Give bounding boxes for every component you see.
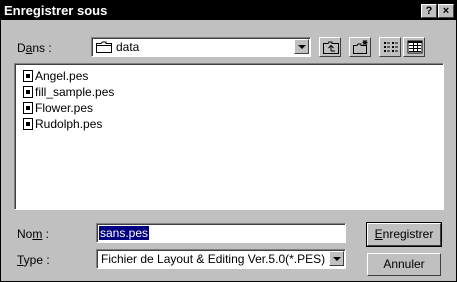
folder-up-icon <box>323 41 339 54</box>
filetype-label: Type : <box>17 253 50 267</box>
file-icon <box>23 118 33 130</box>
folder-up-button[interactable] <box>319 37 341 57</box>
new-folder-button[interactable] <box>349 37 371 57</box>
list-view-button[interactable] <box>379 37 401 57</box>
chevron-down-icon[interactable] <box>294 39 309 54</box>
save-button[interactable]: Enregistrer <box>366 222 442 247</box>
filetype-value: Fichier de Layout & Editing Ver.5.0(*.PE… <box>101 252 326 266</box>
new-folder-icon <box>353 40 368 54</box>
help-button[interactable]: ? <box>421 4 437 18</box>
save-as-dialog: Enregistrer sous ? × Dans : data Angel.p… <box>0 0 457 282</box>
file-icon <box>23 102 33 114</box>
window-title: Enregistrer sous <box>4 3 108 18</box>
folder-icon <box>96 41 112 56</box>
look-in-dropdown[interactable]: data <box>91 37 311 57</box>
filename-value: sans.pes <box>99 226 150 240</box>
details-view-icon <box>407 40 423 54</box>
title-bar[interactable]: Enregistrer sous ? × <box>1 1 456 20</box>
filename-input[interactable]: sans.pes <box>96 223 346 243</box>
file-icon <box>23 86 33 98</box>
chevron-down-icon[interactable] <box>329 251 344 266</box>
list-view-icon <box>384 42 398 52</box>
filetype-dropdown[interactable]: Fichier de Layout & Editing Ver.5.0(*.PE… <box>96 249 346 269</box>
details-view-button[interactable] <box>403 37 425 57</box>
cancel-button[interactable]: Annuler <box>367 253 441 276</box>
close-button[interactable]: × <box>438 4 454 18</box>
look-in-label: Dans : <box>17 41 52 55</box>
file-icon <box>23 70 33 82</box>
file-list[interactable]: Angel.pes fill_sample.pes Flower.pes Rud… <box>14 63 444 210</box>
filename-label: Nom : <box>17 227 50 241</box>
look-in-value: data <box>116 40 140 54</box>
